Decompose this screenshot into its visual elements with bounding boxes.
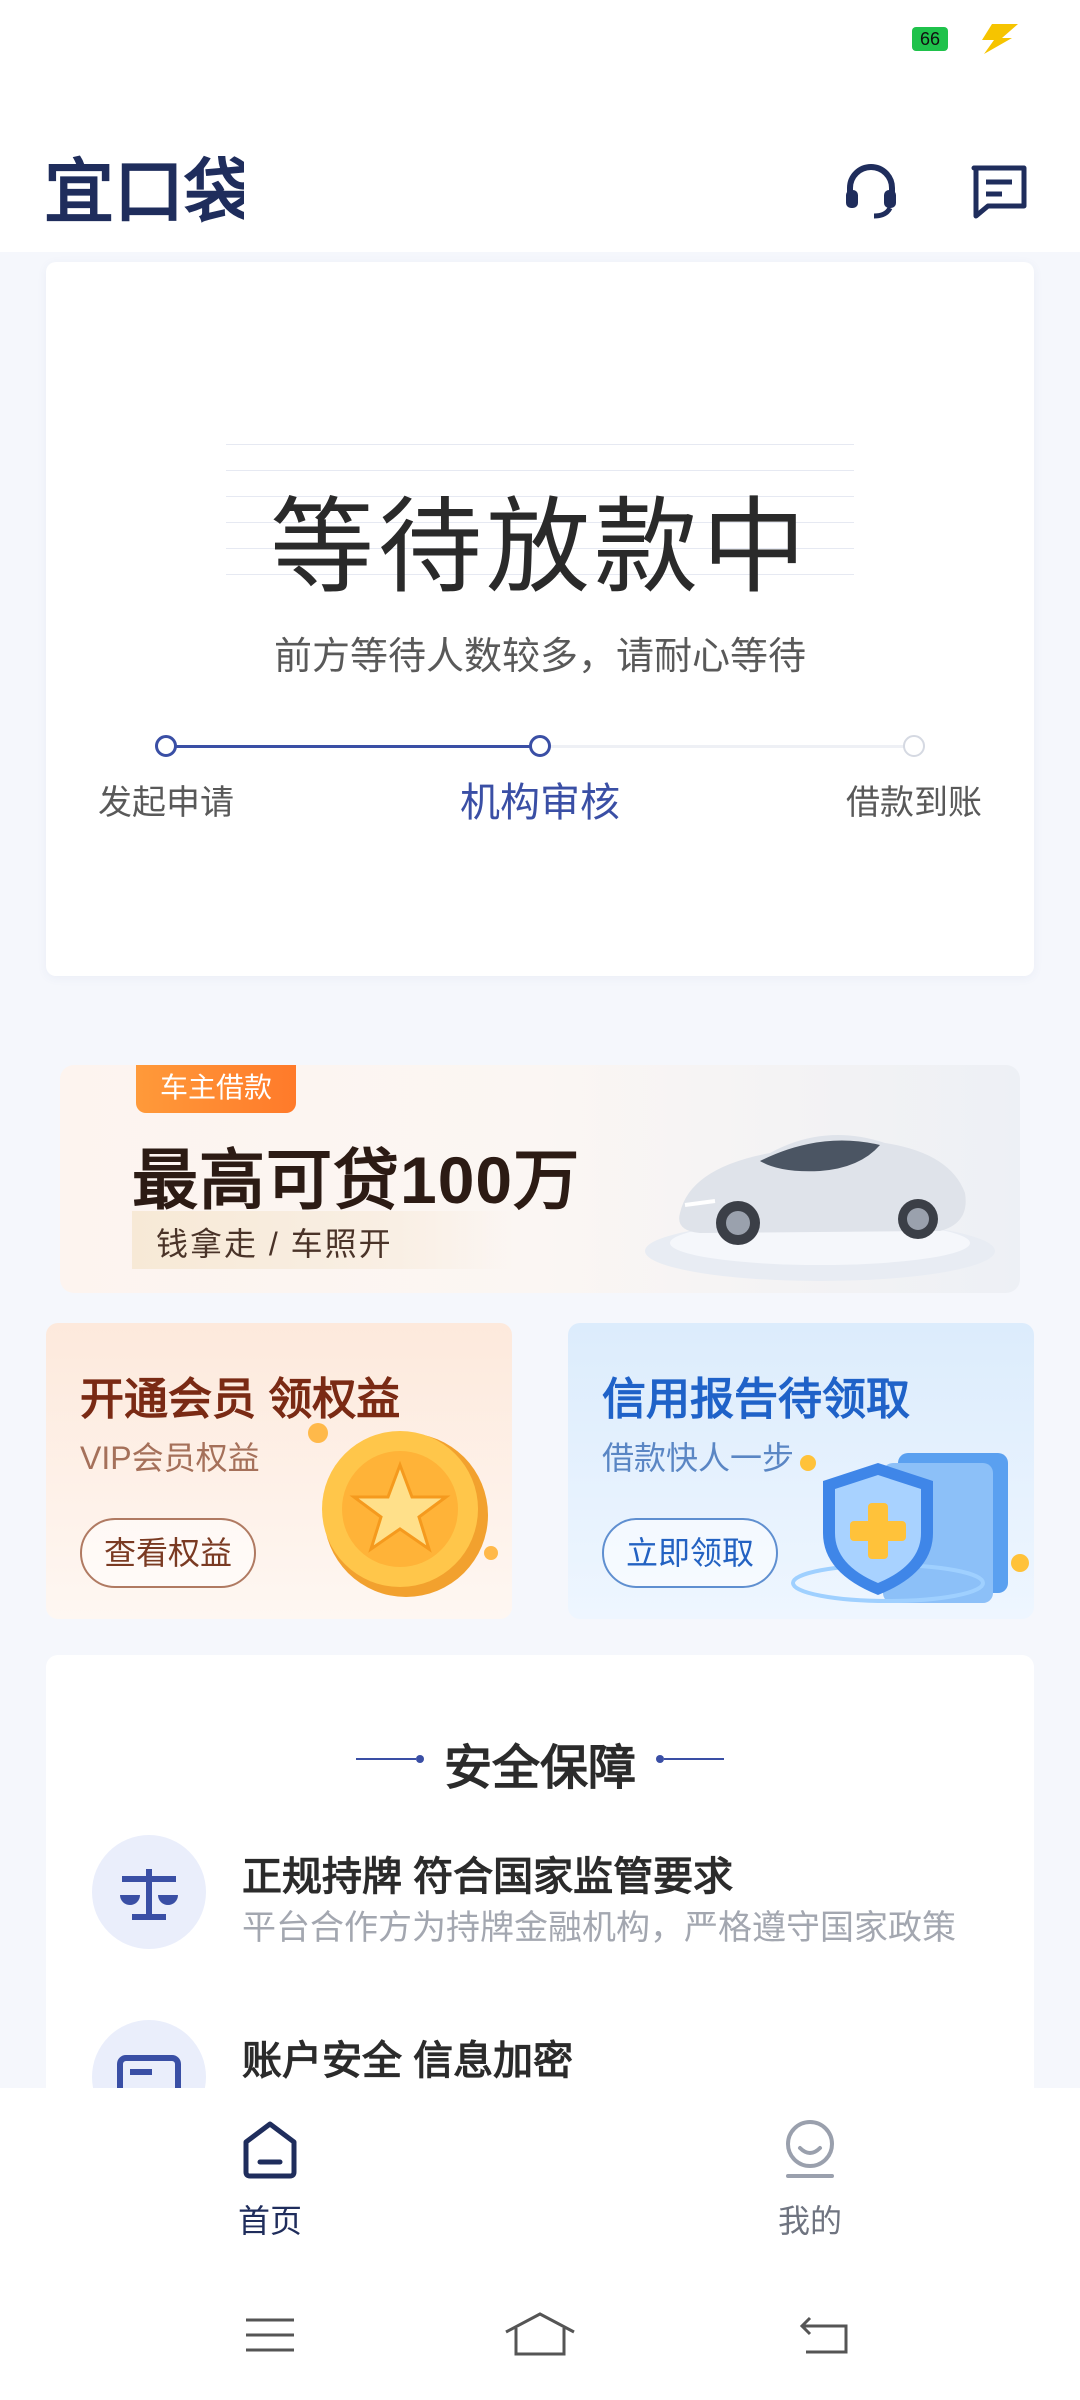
progress-fill (166, 745, 540, 748)
battery-icon: 66 (912, 27, 948, 51)
back-icon[interactable] (796, 2310, 856, 2360)
scale-icon (92, 1835, 206, 1949)
security-title: 安全保障 (443, 1742, 636, 1795)
profile-icon (786, 2120, 834, 2178)
car-illustration (645, 1135, 995, 1281)
security-item-desc: 平台合作方为持牌金融机构，严格遵守国家政策 (242, 1909, 956, 1947)
credit-promo-title: 信用报告待领取 (602, 1375, 910, 1424)
home-system-icon[interactable] (500, 2310, 580, 2360)
banner-tag: 车主借款 (136, 1065, 296, 1113)
charging-icon (982, 24, 1018, 54)
claim-now-button[interactable]: 立即领取 (602, 1518, 778, 1588)
bottom-nav (0, 2088, 1080, 2260)
banner-subtext: 钱拿走 / 车照开 (156, 1226, 393, 1262)
shield-document-icon (791, 1453, 1029, 1603)
credit-report-promo-card[interactable]: 信用报告待领取 借款快人一步 立即领取 (568, 1323, 1034, 1619)
star-coin-icon (308, 1423, 498, 1597)
credit-promo-subtitle: 借款快人一步 (602, 1440, 795, 1476)
step-label-apply: 发起申请 (98, 784, 234, 822)
svg-text:宜口袋: 宜口袋 (44, 153, 244, 228)
menu-icon[interactable] (240, 2310, 300, 2360)
loan-status-card (46, 262, 1034, 976)
loan-status-subtitle: 前方等待人数较多，请耐心等待 (273, 636, 806, 678)
step-dot-review (529, 735, 551, 757)
home-icon (243, 2121, 297, 2179)
status-bar: 66 (0, 0, 1080, 90)
loan-status-title: 等待放款中 (269, 490, 810, 606)
vip-promo-subtitle: VIP会员权益 (80, 1440, 260, 1476)
app-logo: 宜口袋 (44, 153, 244, 228)
step-dot-apply (155, 735, 177, 757)
car-loan-banner[interactable]: 车主借款 最高可贷100万 钱拿走 / 车照开 (60, 1065, 1020, 1293)
view-benefits-button[interactable]: 查看权益 (80, 1518, 256, 1588)
title-deco-right (656, 1755, 724, 1763)
security-item-title: 正规持牌 符合国家监管要求 (242, 1855, 734, 1899)
nav-label-mine: 我的 (777, 2203, 842, 2239)
vip-promo-card[interactable]: 开通会员 领权益 VIP会员权益 查看权益 (46, 1323, 512, 1619)
message-icon[interactable] (968, 160, 1030, 222)
customer-service-icon[interactable] (840, 160, 902, 222)
step-label-review: 机构审核 (460, 781, 620, 825)
step-label-disbursed: 借款到账 (846, 784, 982, 822)
nav-label-home: 首页 (237, 2203, 302, 2239)
security-item-title: 账户安全 信息加密 (242, 2039, 574, 2083)
banner-headline: 最高可贷100万 (132, 1143, 581, 1217)
step-dot-disbursed (903, 735, 925, 757)
